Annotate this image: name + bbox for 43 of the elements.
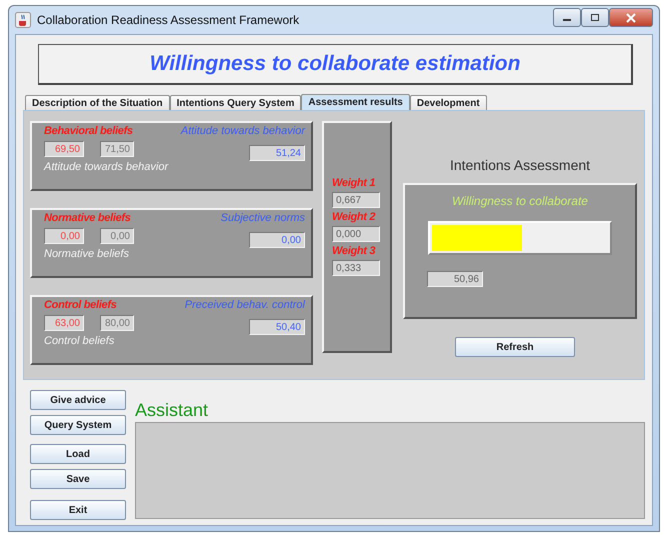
weight-field[interactable]: 0,000 (332, 226, 380, 242)
assistant-title: Assistant (135, 400, 210, 422)
result-label: Subjective norms (220, 212, 305, 224)
window-title: Collaboration Readiness Assessment Framework (37, 13, 300, 27)
group-caption: Control beliefs (44, 335, 116, 347)
group-caption: Normative beliefs (44, 248, 130, 260)
result-field[interactable]: 0,00 (249, 232, 305, 248)
group-caption: Attitude towards behavior (44, 161, 168, 173)
action-button[interactable]: Give advice (30, 390, 126, 410)
result-field[interactable]: 51,24 (249, 145, 305, 161)
refresh-button[interactable]: Refresh (455, 337, 575, 357)
belief-field[interactable]: 63,00 (44, 315, 84, 331)
weight-label: Weight 3 (332, 245, 376, 257)
tab[interactable]: Description of the Situation (25, 95, 170, 110)
section-title: Intentions Assessment (450, 157, 590, 173)
action-button[interactable]: Save (30, 469, 126, 489)
result-label: Attitude towards behavior (180, 125, 305, 137)
tab[interactable]: Development (410, 95, 487, 110)
weight-field[interactable]: 0,667 (332, 192, 380, 208)
weight-field[interactable]: 0,333 (332, 260, 380, 276)
weight-label: Weight 2 (332, 211, 376, 223)
action-button[interactable]: Load (30, 444, 126, 464)
action-button[interactable]: Exit (30, 500, 126, 520)
header-title: Willingness to collaborate estimation (38, 44, 633, 85)
tab[interactable]: Intentions Query System (170, 95, 302, 110)
close-button[interactable] (609, 8, 653, 27)
maximize-button[interactable] (581, 8, 609, 27)
result-label: Preceived behav. control (184, 299, 305, 311)
belief-field[interactable]: 69,50 (44, 141, 84, 157)
tab[interactable]: Assessment results (301, 94, 410, 110)
result-field[interactable]: 50,40 (249, 319, 305, 335)
group-title: Normative beliefs (44, 212, 132, 224)
weight-label: Weight 1 (332, 177, 376, 189)
group-title: Control beliefs (44, 299, 118, 311)
meter-label: Willingness to collaborate (452, 194, 588, 208)
coffee-cup-icon (15, 12, 31, 28)
group-title: Behavioral beliefs (44, 125, 134, 137)
action-button[interactable]: Query System (30, 415, 126, 435)
reading-field[interactable]: 50,96 (427, 271, 483, 287)
minimize-button[interactable] (553, 8, 581, 27)
close-icon (626, 12, 636, 22)
belief-field[interactable]: 0,00 (44, 228, 84, 244)
maximize-icon (590, 13, 600, 22)
